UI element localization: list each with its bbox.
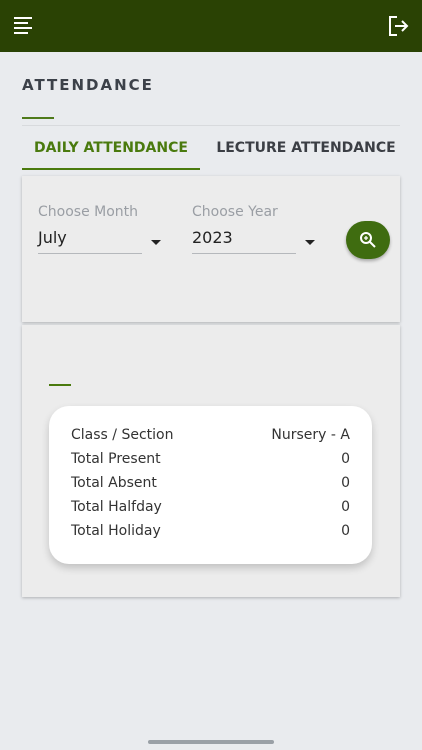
summary-row: Total Present 0 (71, 451, 350, 475)
page-title: ATTENDANCE (22, 76, 154, 94)
summary-label: Class / Section (71, 427, 174, 443)
summary-label: Total Absent (71, 475, 157, 491)
summary-row: Total Absent 0 (71, 475, 350, 499)
summary-label: Total Holiday (71, 523, 161, 539)
year-select[interactable]: Choose Year 2023 (192, 204, 296, 254)
tab-lecture-attendance[interactable]: LECTURE ATTENDANCE (212, 130, 400, 170)
filter-card: Choose Month July Choose Year 2023 (22, 176, 400, 322)
year-underline (192, 253, 296, 254)
summary-value: 0 (341, 451, 350, 467)
search-icon (360, 232, 376, 248)
logout-icon[interactable] (384, 12, 412, 40)
title-underline (22, 117, 54, 119)
month-value[interactable]: July (38, 228, 142, 247)
active-tab-indicator (22, 168, 200, 170)
result-dash (49, 384, 71, 386)
summary-row: Total Holiday 0 (71, 523, 350, 547)
home-indicator[interactable] (148, 740, 274, 744)
tab-daily-attendance[interactable]: DAILY ATTENDANCE (22, 130, 200, 170)
summary-value: Nursery - A (271, 427, 350, 443)
menu-lines-icon[interactable] (11, 12, 39, 40)
summary-value: 0 (341, 523, 350, 539)
summary-label: Total Halfday (71, 499, 162, 515)
summary-label: Total Present (71, 451, 161, 467)
result-card: Class / Section Nursery - A Total Presen… (22, 325, 400, 597)
year-label: Choose Year (192, 204, 278, 220)
title-divider (22, 125, 400, 126)
attendance-tabs: DAILY ATTENDANCE LECTURE ATTENDANCE (22, 130, 400, 172)
summary-value: 0 (341, 499, 350, 515)
attendance-summary: Class / Section Nursery - A Total Presen… (49, 406, 372, 564)
year-value[interactable]: 2023 (192, 228, 296, 247)
chevron-down-icon[interactable] (305, 240, 315, 245)
summary-value: 0 (341, 475, 350, 491)
month-select[interactable]: Choose Month July (38, 204, 142, 254)
summary-row: Total Halfday 0 (71, 499, 350, 523)
month-underline (38, 253, 142, 254)
chevron-down-icon[interactable] (151, 240, 161, 245)
month-label: Choose Month (38, 204, 139, 220)
app-header (0, 0, 422, 52)
search-button[interactable] (346, 221, 390, 259)
summary-row: Class / Section Nursery - A (71, 427, 350, 451)
